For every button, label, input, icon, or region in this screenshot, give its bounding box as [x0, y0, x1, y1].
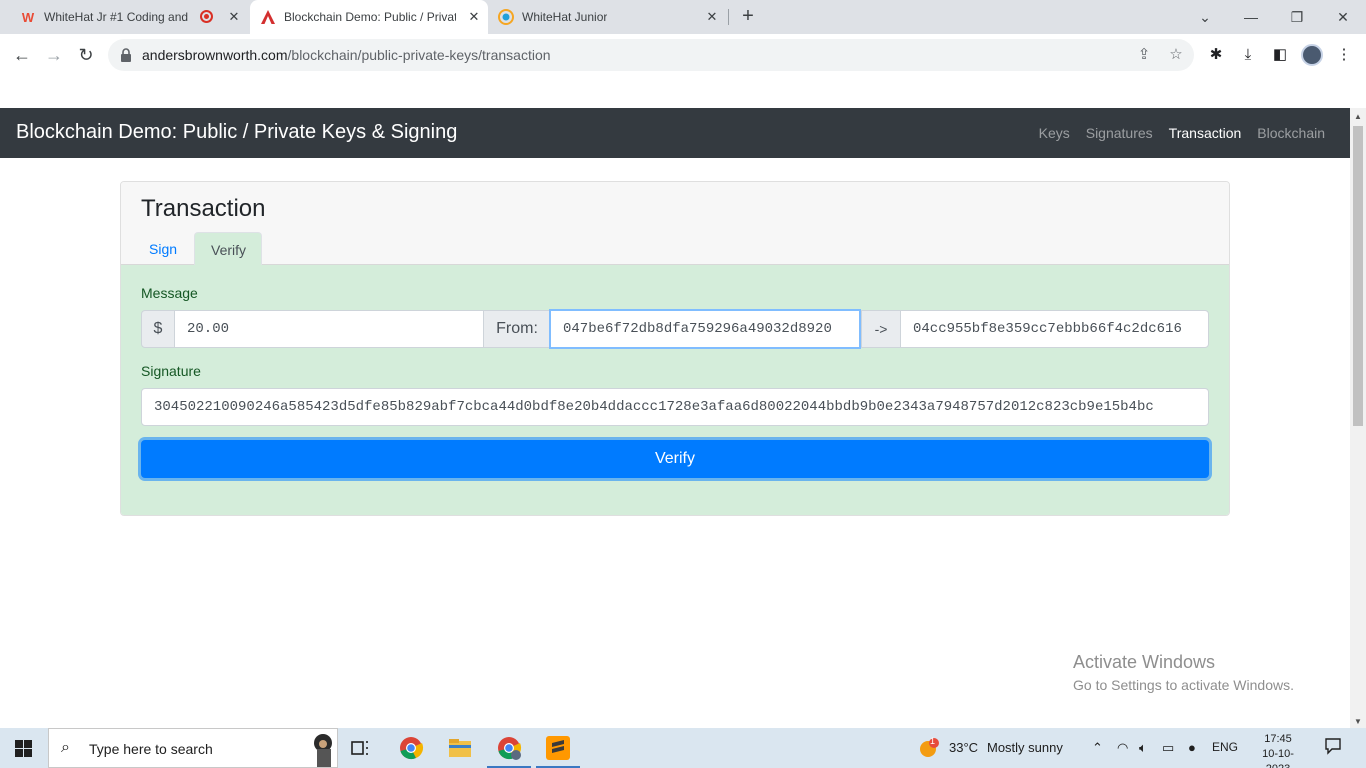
- task-view-icon[interactable]: [346, 734, 374, 762]
- taskbar-clock[interactable]: 17:45 10-10-2023: [1250, 732, 1306, 768]
- nav-link-transaction[interactable]: Transaction: [1169, 125, 1242, 141]
- browser-toolbar: ← → ↻ andersbrownworth.com/blockchain/pu…: [0, 34, 1366, 76]
- side-panel-icon[interactable]: ◧: [1268, 43, 1292, 67]
- forward-button[interactable]: →: [41, 42, 67, 68]
- close-tab-icon[interactable]: ✕: [466, 9, 482, 25]
- wifi-icon[interactable]: ◠: [1117, 740, 1128, 756]
- reload-button[interactable]: ↻: [73, 42, 99, 68]
- language-indicator[interactable]: ENG: [1212, 740, 1238, 754]
- search-highlight-illustration: [314, 734, 332, 767]
- address-bar[interactable]: andersbrownworth.com/blockchain/public-p…: [108, 39, 1194, 71]
- browser-tab-whitehat-junior[interactable]: WhiteHat Junior ✕: [490, 0, 726, 34]
- tab-title: WhiteHat Jr #1 Coding and: [44, 10, 189, 24]
- search-placeholder: Type here to search: [89, 741, 213, 757]
- bookmark-star-icon[interactable]: ☆: [1166, 45, 1186, 65]
- lock-icon: [121, 48, 131, 62]
- menu-kebab-icon[interactable]: ⋮: [1332, 43, 1356, 67]
- signature-label: Signature: [141, 363, 201, 379]
- scroll-up-icon[interactable]: ▲: [1354, 112, 1362, 121]
- card-body: Message $ 20.00 From: 047be6f72db8dfa759…: [121, 265, 1229, 515]
- close-window-button[interactable]: ✕: [1331, 5, 1355, 29]
- message-label: Message: [141, 285, 198, 301]
- amount-input[interactable]: 20.00: [174, 310, 484, 348]
- tab-title: WhiteHat Junior: [522, 10, 608, 24]
- windows-taskbar: ⌕ Type here to search 1 33°C Mostly sunn…: [0, 728, 1366, 768]
- from-key-input[interactable]: 047be6f72db8dfa759296a49032d8920: [550, 310, 860, 348]
- show-hidden-icons-chevron-icon[interactable]: ⌃: [1092, 740, 1103, 756]
- tab-search-chevron-icon[interactable]: ⌄: [1193, 5, 1217, 29]
- share-icon[interactable]: ⇪: [1134, 45, 1154, 65]
- url-path: /blockchain/public-private-keys/transact…: [287, 47, 551, 63]
- url-text: andersbrownworth.com/blockchain/public-p…: [142, 47, 551, 63]
- anders-logo-icon: [260, 9, 276, 25]
- activate-windows-watermark: Activate Windows Go to Settings to activ…: [1073, 652, 1294, 693]
- site-brand[interactable]: Blockchain Demo: Public / Private Keys &…: [16, 121, 457, 144]
- url-host: andersbrownworth.com: [142, 47, 288, 63]
- watermark-title: Activate Windows: [1073, 652, 1216, 672]
- tab-verify[interactable]: Verify: [194, 232, 262, 266]
- clock-date: 10-10-2023: [1262, 748, 1294, 768]
- file-explorer-icon[interactable]: [446, 734, 474, 762]
- from-label: From:: [483, 310, 551, 348]
- battery-icon[interactable]: ▭: [1162, 740, 1174, 756]
- microphone-icon[interactable]: ●: [1188, 740, 1196, 755]
- currency-prefix: $: [141, 310, 175, 348]
- close-tab-icon[interactable]: ✕: [226, 9, 242, 25]
- web-page: Blockchain Demo: Public / Private Keys &…: [0, 108, 1350, 728]
- arrow-label: ->: [861, 310, 901, 348]
- browser-tab-whitehat[interactable]: W WhiteHat Jr #1 Coding and ✕: [12, 0, 248, 34]
- signature-input[interactable]: 304502210090246a585423d5dfe85b829abf7cbc…: [141, 388, 1209, 426]
- weather-badge: 1: [930, 736, 936, 746]
- browser-tab-strip: W WhiteHat Jr #1 Coding and ✕ Blockchain…: [0, 0, 1366, 34]
- nav-link-signatures[interactable]: Signatures: [1086, 125, 1153, 141]
- tab-title: Blockchain Demo: Public / Privat: [284, 10, 456, 24]
- restore-button[interactable]: ❐: [1285, 5, 1309, 29]
- nav-link-blockchain[interactable]: Blockchain: [1257, 125, 1325, 141]
- card-header: Transaction Sign Verify: [121, 182, 1229, 266]
- verify-button[interactable]: Verify: [141, 440, 1209, 478]
- whitehat-w-icon: W: [21, 9, 35, 25]
- clock-time: 17:45: [1264, 733, 1292, 745]
- transaction-card: Transaction Sign Verify Message $ 20.00 …: [120, 181, 1230, 516]
- watermark-subtitle: Go to Settings to activate Windows.: [1073, 677, 1294, 693]
- chrome-icon[interactable]: [397, 734, 425, 762]
- download-icon[interactable]: ⤓: [1236, 43, 1260, 67]
- weather-text[interactable]: Mostly sunny: [987, 740, 1063, 755]
- tab-sign[interactable]: Sign: [133, 232, 193, 266]
- sublime-text-icon[interactable]: [536, 734, 580, 768]
- scroll-down-icon[interactable]: ▼: [1354, 717, 1362, 726]
- browser-tab-blockchain[interactable]: Blockchain Demo: Public / Privat ✕: [250, 0, 488, 34]
- new-tab-button[interactable]: +: [736, 5, 760, 29]
- taskbar-search-box[interactable]: ⌕ Type here to search: [48, 728, 338, 768]
- chrome-profile-icon[interactable]: [487, 734, 531, 768]
- notification-center-icon[interactable]: [1324, 737, 1342, 755]
- weather-icon[interactable]: 1: [918, 736, 940, 759]
- extensions-puzzle-icon[interactable]: ✱: [1204, 43, 1228, 67]
- volume-icon[interactable]: 🔈︎: [1139, 740, 1147, 756]
- recording-icon: [200, 10, 213, 23]
- back-button[interactable]: ←: [9, 42, 35, 68]
- search-icon: ⌕: [61, 739, 70, 756]
- tab-divider: [728, 9, 729, 25]
- minimize-button[interactable]: —: [1239, 5, 1263, 29]
- windows-start-icon[interactable]: [15, 740, 32, 757]
- weather-temp[interactable]: 33°C: [949, 740, 978, 755]
- page-scrollbar[interactable]: ▲ ▼: [1350, 108, 1366, 728]
- site-navbar: Blockchain Demo: Public / Private Keys &…: [0, 108, 1350, 158]
- to-key-input[interactable]: 04cc955bf8e359cc7ebbb66f4c2dc616: [900, 310, 1209, 348]
- card-title: Transaction: [141, 195, 266, 222]
- scroll-thumb[interactable]: [1353, 126, 1363, 426]
- close-tab-icon[interactable]: ✕: [704, 9, 720, 25]
- nav-link-keys[interactable]: Keys: [1039, 125, 1070, 141]
- profile-avatar[interactable]: [1301, 44, 1323, 66]
- nav-links: Keys Signatures Transaction Blockchain: [1039, 125, 1325, 141]
- whitehat-junior-icon: [498, 9, 514, 25]
